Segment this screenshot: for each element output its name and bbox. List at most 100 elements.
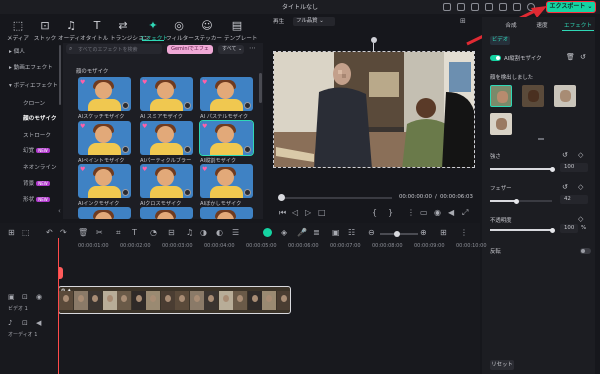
- download-icon[interactable]: [122, 146, 129, 153]
- list-icon[interactable]: ☷: [348, 228, 355, 237]
- send-icon[interactable]: [443, 3, 451, 11]
- step-back-icon[interactable]: ◁: [292, 208, 298, 217]
- crop-icon[interactable]: ⌗: [116, 228, 121, 238]
- face-thumb[interactable]: [490, 85, 512, 107]
- text-icon[interactable]: T: [132, 228, 137, 237]
- cut-icon[interactable]: ✂: [96, 228, 103, 237]
- video-track-icon[interactable]: ▣: [8, 293, 15, 301]
- mark-out-icon[interactable]: }: [388, 208, 393, 217]
- sidebar-item[interactable]: ▾ ボディエフェクト: [5, 81, 60, 89]
- delete-icon[interactable]: 🗑: [566, 53, 575, 61]
- sidebar-item[interactable]: 顔のモザイク: [5, 114, 60, 122]
- effect-toggle[interactable]: [490, 55, 501, 61]
- effect-card[interactable]: ♥: [200, 164, 253, 198]
- download-icon[interactable]: [244, 189, 251, 196]
- scrollbar[interactable]: [59, 45, 61, 105]
- gift-icon[interactable]: [457, 3, 465, 11]
- audio-track-icon[interactable]: ♪: [8, 319, 12, 327]
- zoom-handle[interactable]: [394, 231, 400, 237]
- mark-in-icon[interactable]: {: [372, 208, 377, 217]
- strength-slider[interactable]: [490, 166, 555, 172]
- feather-value[interactable]: 42: [560, 195, 588, 204]
- reset-button[interactable]: リセット: [490, 360, 514, 370]
- favorite-icon[interactable]: ♥: [202, 123, 207, 130]
- favorite-icon[interactable]: ♥: [80, 79, 85, 86]
- layers-icon[interactable]: ≣: [313, 228, 320, 237]
- favorite-icon[interactable]: ♥: [142, 166, 147, 173]
- toolbar-audio[interactable]: ♫ オーディオ: [58, 20, 86, 43]
- feather-slider[interactable]: [490, 198, 552, 204]
- invert-toggle[interactable]: [580, 248, 591, 254]
- camera-icon[interactable]: ▣: [332, 228, 340, 237]
- split-icon[interactable]: ⊟: [168, 228, 175, 237]
- toolbar-template[interactable]: ▤ テンプレート: [224, 20, 257, 43]
- audio-icon[interactable]: ♫: [186, 228, 193, 237]
- eye-icon[interactable]: ◉: [36, 293, 42, 301]
- grid-icon[interactable]: ⊞: [460, 17, 466, 25]
- redo-icon[interactable]: ↷: [60, 228, 67, 237]
- effect-card[interactable]: ♥: [199, 120, 254, 156]
- toolbar-transition[interactable]: ⇄ トランジション: [110, 20, 149, 43]
- download-icon[interactable]: [244, 102, 251, 109]
- fullscreen-icon[interactable]: ⤢: [462, 208, 468, 218]
- scrollbar[interactable]: [259, 73, 262, 103]
- favorite-icon[interactable]: ♥: [202, 166, 207, 173]
- sidebar-item[interactable]: ▸ 個人: [5, 47, 60, 55]
- sidebar-item[interactable]: 幻覚 NEW: [5, 146, 60, 154]
- rotate-handle[interactable]: [371, 37, 377, 43]
- more-icon[interactable]: ⋯: [249, 44, 256, 52]
- sidebar-item[interactable]: 形状 NEW: [5, 195, 60, 203]
- stop-icon[interactable]: □: [318, 208, 326, 217]
- delete-icon[interactable]: 🗑: [78, 228, 88, 237]
- sidebar-item[interactable]: 背景 NEW: [5, 179, 60, 187]
- time-ruler[interactable]: 00:00:01:00 00:00:02:00 00:00:03:00 00:00:0…: [58, 238, 487, 250]
- face-thumb[interactable]: [522, 85, 544, 107]
- toolbar-stock[interactable]: ⊡ ストック: [32, 20, 58, 43]
- collapse-icon[interactable]: ‹: [58, 207, 61, 215]
- effect-card[interactable]: [78, 207, 131, 219]
- search-input[interactable]: ⌕ すべてのエフェクトを検索: [66, 44, 162, 54]
- toolbar-effect[interactable]: ✦ エフェクト: [140, 20, 168, 43]
- undo-icon[interactable]: ↶: [46, 228, 53, 237]
- tab-effects[interactable]: エフェクト: [562, 21, 594, 29]
- play-icon[interactable]: ▷: [305, 208, 311, 217]
- select-icon[interactable]: ⬚: [22, 228, 30, 237]
- snap-icon[interactable]: [263, 228, 272, 237]
- zoom-out-icon[interactable]: ⊖: [368, 228, 375, 237]
- playback-scrubber[interactable]: [282, 197, 392, 199]
- layout-icon[interactable]: ⊞: [8, 228, 15, 237]
- more-menu-icon[interactable]: ⋮: [407, 208, 415, 217]
- mask-icon[interactable]: ◐: [216, 228, 223, 237]
- favorite-icon[interactable]: ♥: [202, 79, 207, 86]
- ai-icon[interactable]: ☰: [232, 228, 239, 237]
- lock-icon[interactable]: ⊡: [22, 293, 28, 301]
- face-thumb[interactable]: [554, 85, 576, 107]
- keyframe-icon[interactable]: ◇: [578, 183, 583, 191]
- effect-card[interactable]: ♥: [78, 77, 131, 111]
- download-icon[interactable]: [184, 146, 191, 153]
- favorite-icon[interactable]: ♥: [142, 123, 147, 130]
- face-thumb[interactable]: [490, 113, 512, 135]
- favorite-icon[interactable]: ♥: [142, 79, 147, 86]
- effect-card[interactable]: ♥: [140, 164, 193, 198]
- playhead[interactable]: [58, 238, 59, 374]
- download-icon[interactable]: [184, 189, 191, 196]
- prev-frame-icon[interactable]: ⏮: [279, 208, 286, 218]
- download-icon[interactable]: [244, 146, 251, 153]
- effect-card[interactable]: ♥: [78, 164, 131, 198]
- keyframe-icon[interactable]: ◇: [578, 215, 583, 223]
- speed-icon[interactable]: ◔: [150, 228, 157, 237]
- sidebar-item[interactable]: ストローク: [5, 131, 60, 139]
- effect-card[interactable]: ♥: [140, 77, 193, 111]
- effect-card[interactable]: ♥: [78, 121, 131, 155]
- reset-feather-icon[interactable]: ↺: [562, 183, 568, 191]
- tab-video[interactable]: ビデオ: [490, 36, 510, 45]
- favorite-icon[interactable]: ♥: [80, 166, 85, 173]
- effect-card[interactable]: ♥: [140, 121, 193, 155]
- export-button[interactable]: エクスポート ⌄: [546, 1, 596, 13]
- opacity-value[interactable]: 100: [560, 224, 578, 233]
- download-icon[interactable]: [184, 102, 191, 109]
- favorite-icon[interactable]: ♥: [80, 123, 85, 130]
- zoom-in-icon[interactable]: ⊕: [420, 228, 427, 237]
- reset-strength-icon[interactable]: ↺: [562, 151, 568, 159]
